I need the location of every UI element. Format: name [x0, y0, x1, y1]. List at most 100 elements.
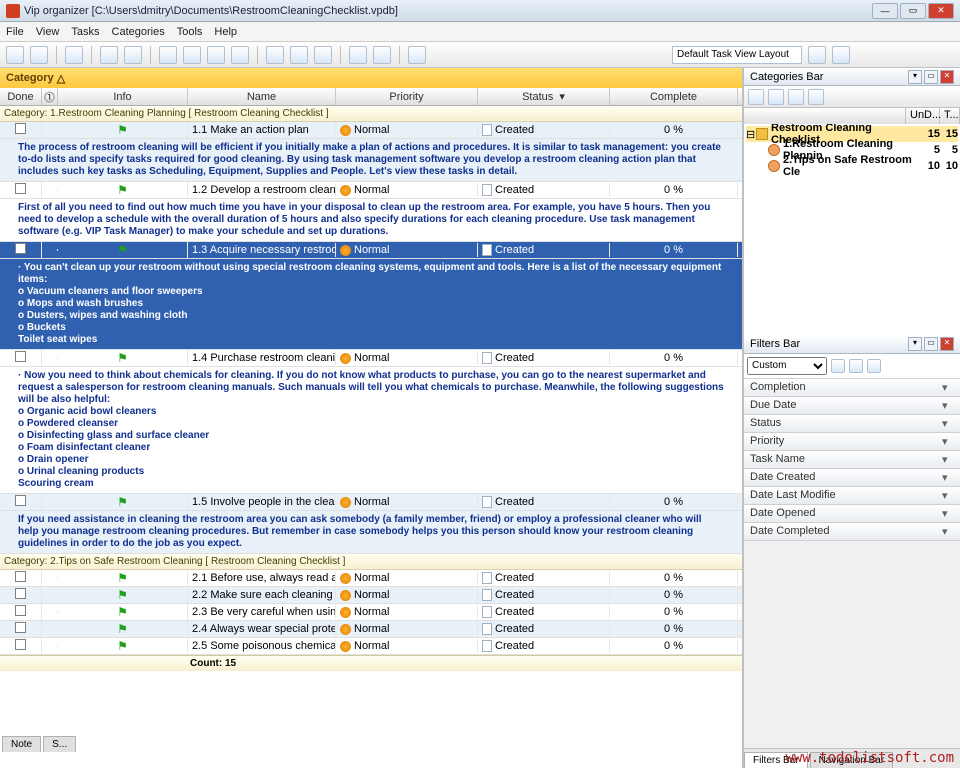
- filter-del-icon[interactable]: [867, 359, 881, 373]
- checkbox[interactable]: [15, 495, 26, 506]
- chevron-down-icon[interactable]: ▾: [942, 489, 954, 502]
- panel-pin-icon[interactable]: ▭: [924, 337, 938, 351]
- nav3-icon[interactable]: [314, 46, 332, 64]
- col-flag-icon[interactable]: ⓵: [42, 88, 58, 105]
- checkbox[interactable]: [15, 123, 26, 134]
- people-icon: [768, 160, 780, 172]
- filter-row[interactable]: Priority▾: [744, 433, 960, 451]
- filter-row[interactable]: Completion▾: [744, 379, 960, 397]
- checkbox[interactable]: [15, 571, 26, 582]
- cat-del-icon[interactable]: [788, 89, 804, 105]
- filter-row[interactable]: Due Date▾: [744, 397, 960, 415]
- layout-add-icon[interactable]: [808, 46, 826, 64]
- filter-edit-icon[interactable]: [849, 359, 863, 373]
- panel-menu-icon[interactable]: ▾: [908, 337, 922, 351]
- delete-icon[interactable]: [231, 46, 249, 64]
- categories-tree[interactable]: ⊟ Restroom Cleaning Checklist 15 15 1.Re…: [744, 124, 960, 336]
- col-name[interactable]: Name: [188, 88, 336, 105]
- tab-s[interactable]: S...: [43, 736, 76, 752]
- checkbox[interactable]: [15, 588, 26, 599]
- chevron-down-icon[interactable]: ▾: [942, 399, 954, 412]
- tab-note[interactable]: Note: [2, 736, 41, 752]
- filter-row[interactable]: Date Completed▾: [744, 523, 960, 541]
- close-button[interactable]: ✕: [928, 3, 954, 19]
- paste-icon[interactable]: [207, 46, 225, 64]
- chevron-down-icon[interactable]: ▾: [942, 381, 954, 394]
- col-info[interactable]: Info: [58, 88, 188, 105]
- category-band[interactable]: Category △: [0, 68, 742, 88]
- task-row[interactable]: ⚑ 1.4 Purchase restroom cleaning Normal …: [0, 350, 742, 367]
- chevron-down-icon[interactable]: ▾: [942, 435, 954, 448]
- cat-new-icon[interactable]: [748, 89, 764, 105]
- task-row[interactable]: ⚑ 2.4 Always wear special protective Nor…: [0, 621, 742, 638]
- task-row[interactable]: ⚑ 2.1 Before use, always read a Normal C…: [0, 570, 742, 587]
- checkbox[interactable]: [15, 351, 26, 362]
- maximize-button[interactable]: ▭: [900, 3, 926, 19]
- panel-pin-icon[interactable]: ▭: [924, 70, 938, 84]
- cat-edit-icon[interactable]: [768, 89, 784, 105]
- menu-categories[interactable]: Categories: [112, 26, 165, 38]
- filter-row[interactable]: Date Created▾: [744, 469, 960, 487]
- redo-icon[interactable]: [124, 46, 142, 64]
- checkbox[interactable]: [15, 622, 26, 633]
- print-icon[interactable]: [65, 46, 83, 64]
- people-icon: [768, 144, 780, 156]
- layout-del-icon[interactable]: [832, 46, 850, 64]
- filter-row[interactable]: Task Name▾: [744, 451, 960, 469]
- nav2-icon[interactable]: [290, 46, 308, 64]
- task-row[interactable]: ⚑ 2.2 Make sure each cleaning Normal Cre…: [0, 587, 742, 604]
- filter-row[interactable]: Status▾: [744, 415, 960, 433]
- undo-icon[interactable]: [100, 46, 118, 64]
- copy-icon[interactable]: [183, 46, 201, 64]
- col-complete[interactable]: Complete: [610, 88, 738, 105]
- panel-menu-icon[interactable]: ▾: [908, 70, 922, 84]
- open-icon[interactable]: [30, 46, 48, 64]
- layout-selector[interactable]: [672, 46, 802, 64]
- chevron-down-icon[interactable]: ▾: [942, 417, 954, 430]
- view2-icon[interactable]: [373, 46, 391, 64]
- filter-row[interactable]: Date Opened▾: [744, 505, 960, 523]
- tree-child-2[interactable]: 2.Tips on Safe Restroom Cle 10 10: [746, 158, 958, 174]
- checkbox[interactable]: [15, 183, 26, 194]
- category-row-1[interactable]: Category: 1.Restroom Cleaning Planning […: [0, 106, 742, 122]
- chevron-down-icon[interactable]: ▾: [942, 471, 954, 484]
- task-grid-panel: Category △ Done ⓵ Info Name Priority Sta…: [0, 68, 744, 768]
- checkbox[interactable]: [15, 639, 26, 650]
- view1-icon[interactable]: [349, 46, 367, 64]
- chevron-down-icon[interactable]: ▾: [942, 525, 954, 538]
- chevron-down-icon[interactable]: ▾: [942, 453, 954, 466]
- task-row[interactable]: ⚑ 1.2 Develop a restroom cleaning Normal…: [0, 182, 742, 199]
- cut-icon[interactable]: [159, 46, 177, 64]
- minimize-button[interactable]: —: [872, 3, 898, 19]
- flag-icon[interactable]: [408, 46, 426, 64]
- task-row[interactable]: ⚑ 1.5 Involve people in the cleaning Nor…: [0, 494, 742, 511]
- task-row[interactable]: ⚑ 1.3 Acquire necessary restroom Normal …: [0, 242, 742, 259]
- priority-icon: [340, 573, 351, 584]
- filter-add-icon[interactable]: [831, 359, 845, 373]
- category-row-2[interactable]: Category: 2.Tips on Safe Restroom Cleani…: [0, 554, 742, 570]
- panel-close-icon[interactable]: ✕: [940, 337, 954, 351]
- grid-body[interactable]: Category: 1.Restroom Cleaning Planning […: [0, 106, 742, 768]
- menu-file[interactable]: File: [6, 26, 24, 38]
- new-icon[interactable]: [6, 46, 24, 64]
- task-row[interactable]: ⚑ 1.1 Make an action plan Normal Created…: [0, 122, 742, 139]
- menu-help[interactable]: Help: [214, 26, 237, 38]
- categories-bar-header: Categories Bar ▾ ▭ ✕: [744, 68, 960, 86]
- col-priority[interactable]: Priority: [336, 88, 478, 105]
- nav1-icon[interactable]: [266, 46, 284, 64]
- col-done[interactable]: Done: [0, 88, 42, 105]
- menu-tools[interactable]: Tools: [177, 26, 203, 38]
- filter-select[interactable]: Custom: [747, 357, 827, 375]
- checkbox[interactable]: [15, 243, 26, 254]
- filter-row[interactable]: Date Last Modifie▾: [744, 487, 960, 505]
- checkbox[interactable]: [15, 605, 26, 616]
- task-complete: 0 %: [610, 243, 738, 257]
- task-row[interactable]: ⚑ 2.3 Be very careful when using Normal …: [0, 604, 742, 621]
- task-row[interactable]: ⚑ 2.5 Some poisonous chemicals Normal Cr…: [0, 638, 742, 655]
- menu-view[interactable]: View: [36, 26, 60, 38]
- menu-tasks[interactable]: Tasks: [71, 26, 99, 38]
- chevron-down-icon[interactable]: ▾: [942, 507, 954, 520]
- cat-refresh-icon[interactable]: [808, 89, 824, 105]
- panel-close-icon[interactable]: ✕: [940, 70, 954, 84]
- col-status[interactable]: Status ▾: [478, 88, 610, 105]
